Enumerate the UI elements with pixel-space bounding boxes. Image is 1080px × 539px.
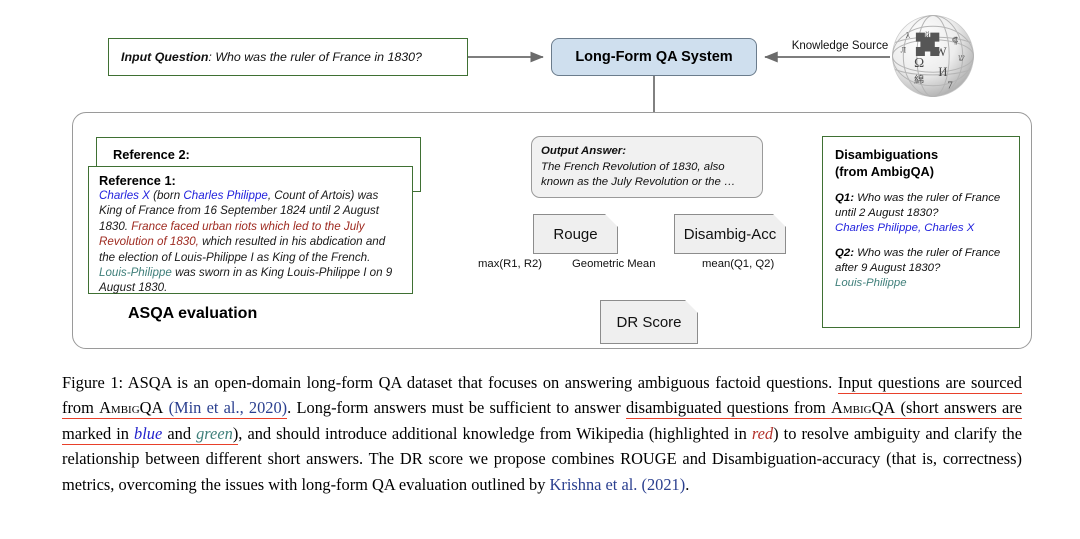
disambiguations-title-line2: (from AmbigQA) [835,164,935,179]
knowledge-source-label: Knowledge Source [791,40,889,52]
svg-text:7: 7 [947,79,953,91]
svg-text:Ω: Ω [914,55,924,70]
disambiguations-title: Disambiguations (from AmbigQA) [835,146,1007,180]
svg-text:И: И [938,65,947,79]
caption-run-13: , and should introduce additional knowle… [238,423,752,443]
reference-1-segment-0: Charles X [99,189,150,202]
disambiguation-answer-1: Louis-Philippe [835,276,907,289]
disambiguations-box: Disambiguations (from AmbigQA) Q1: Who w… [822,136,1020,328]
caption-run-9: blue [134,423,163,445]
caption-run-0: ASQA is an open-domain long-form QA data… [123,373,838,392]
caption-run-6: disambiguated questions from [625,398,832,420]
disambiguation-answer-0: Charles Philippe, Charles X [835,221,975,234]
svg-text:⸿: ⸿ [952,35,959,45]
output-answer-title: Output Answer: [541,145,627,157]
edge-label-geometric-mean: Geometric Mean [572,258,656,270]
caption-run-3 [163,398,169,420]
disambiguation-item: Q1: Who was the ruler of France until 2 … [835,191,1007,235]
long-form-qa-system-node: Long-Form QA System [551,38,757,76]
dr-score-label: DR Score [616,313,682,331]
caption-run-16[interactable]: Krishna et al. [550,475,638,494]
wikipedia-globe-icon: Ω W И 綿 7 ⸿ й Л ש λ [892,15,974,97]
figure-page: Input Question: Who was the ruler of Fra… [0,0,1080,539]
output-answer-box: Output Answer: The French Revolution of … [531,136,763,198]
reference-1-segment-6: Louis-Philippe [99,266,172,280]
disambiguation-question-1: Who was the ruler of France after 9 Augu… [835,247,1001,275]
input-question-box: Input Question: Who was the ruler of Fra… [108,38,468,76]
disambiguation-item: Q2: Who was the ruler of France after 9 … [835,246,1007,290]
caption-run-7: AmbigQA [831,398,896,420]
disambiguation-label-0: Q1: [835,192,854,204]
input-question-value: Who was the ruler of France in 1830? [215,50,422,64]
disambiguation-question-0: Who was the ruler of France until 2 Augu… [835,192,1001,219]
svg-text:綿: 綿 [914,73,924,86]
caption-run-19: . [685,474,690,494]
caption-run-10: and [162,423,197,445]
caption-run-5: . Long-form answers must be sufficient t… [287,398,626,418]
caption-run-2: AmbigQA [99,398,164,420]
disambiguations-item-list: Q1: Who was the ruler of France until 2 … [835,191,1007,291]
caption-run-11: green [196,423,233,445]
dr-score-node: DR Score [600,300,698,344]
caption-body: ASQA is an open-domain long-form QA data… [62,373,1023,494]
reference-1-box: Reference 1: Charles X (born Charles Phi… [88,166,413,294]
qa-system-label: Long-Form QA System [575,49,733,65]
rouge-node: Rouge [533,214,618,254]
svg-text:λ: λ [906,31,910,40]
reference-1-body: Charles X (born Charles Philippe, Count … [99,188,404,296]
disambiguations-title-line1: Disambiguations [835,147,939,162]
reference-1-title: Reference 1: [99,173,176,188]
disambig-acc-label: Disambig-Acc [683,225,777,243]
figure-caption: Figure 1: ASQA is an open-domain long-fo… [62,370,1023,497]
rouge-label: Rouge [553,225,598,243]
reference-1-segment-1: (born [149,189,184,202]
reference-1-segment-2: Charles Philippe [183,189,268,202]
caption-run-14: red [751,423,774,443]
disambig-acc-node: Disambig-Acc [674,214,786,254]
disambiguation-label-1: Q2: [835,247,854,260]
caption-run-18[interactable]: (2021) [642,475,686,494]
asqa-evaluation-label: ASQA evaluation [128,305,258,322]
caption-prefix: Figure 1: [62,373,124,392]
edge-label-mean: mean(Q1, Q2) [702,258,775,270]
svg-text:Л: Л [901,45,907,54]
input-question-text: Input Question: Who was the ruler of Fra… [121,50,422,64]
input-question-label: Input Question [121,50,209,64]
edge-label-max: max(R1, R2) [478,258,543,270]
svg-text:ש: ש [958,53,965,63]
reference-2-title: Reference 2: [113,147,190,162]
output-answer-text: The French Revolution of 1830, also know… [541,160,736,189]
caption-run-4[interactable]: (Min et al., 2020) [168,398,288,420]
